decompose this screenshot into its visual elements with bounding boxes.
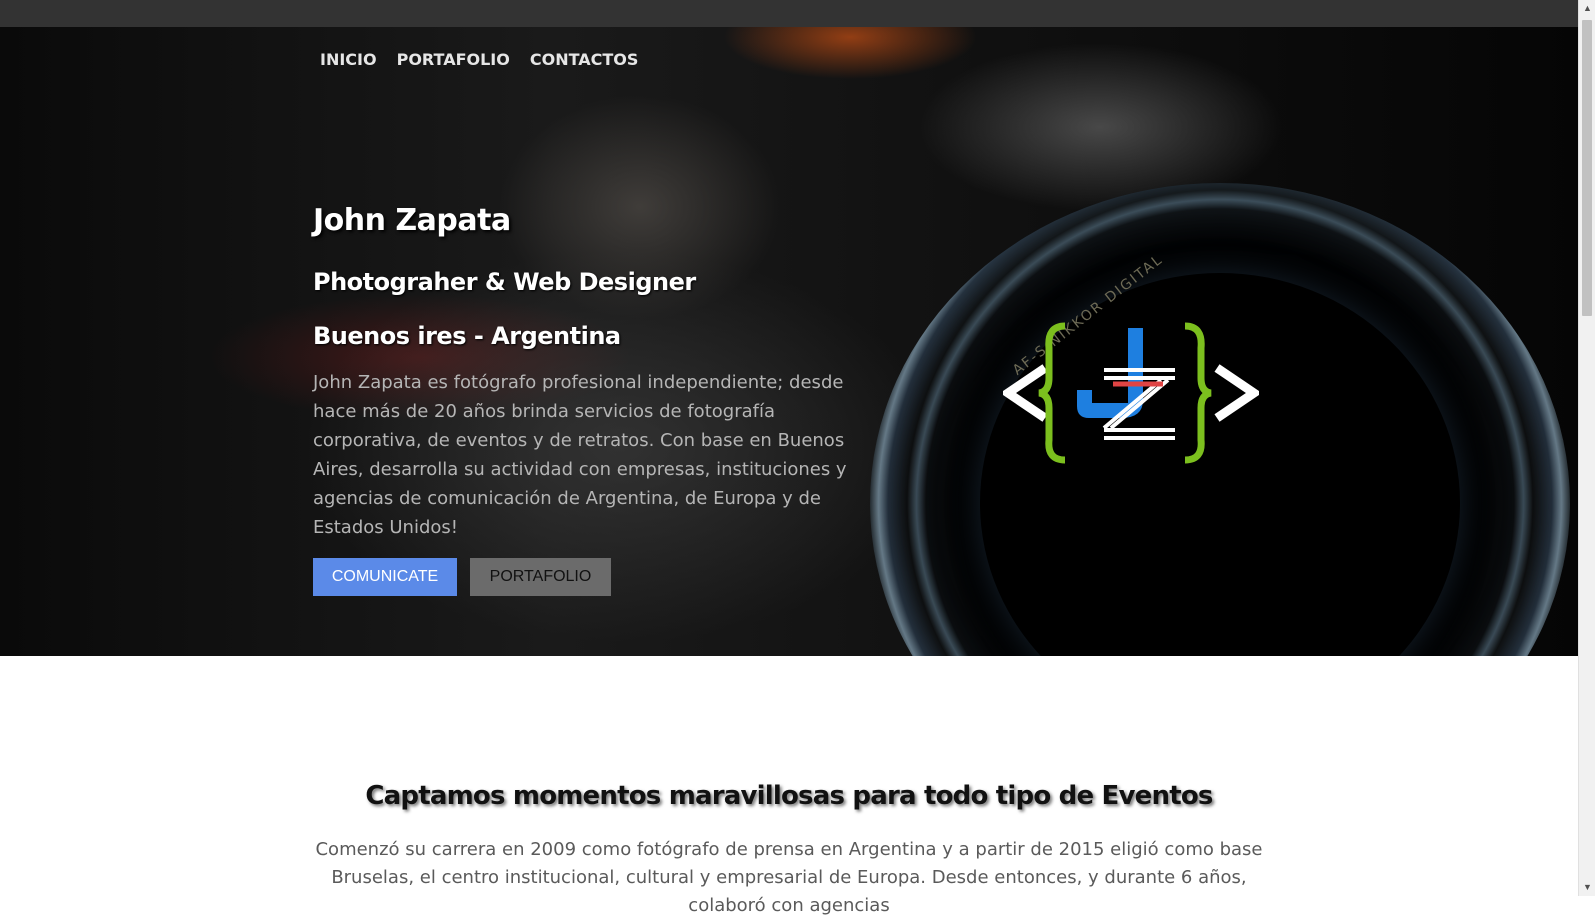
hero-location: Buenos ires - Argentina xyxy=(313,322,621,350)
nav-link-contactos[interactable]: CONTACTOS xyxy=(520,50,649,69)
section-title: Captamos momentos maravillosas para todo… xyxy=(365,781,1213,811)
scroll-down-icon[interactable]: ▼ xyxy=(1579,879,1595,896)
hero-content: John Zapata Photograher & Web Designer B… xyxy=(313,203,873,542)
about-section: Captamos momentos maravillosas para todo… xyxy=(0,656,1578,916)
nav-link-inicio[interactable]: INICIO xyxy=(310,50,387,69)
logo-right-brace xyxy=(1184,322,1212,464)
section-text: Comenzó su carrera en 2009 como fotógraf… xyxy=(315,839,1263,916)
hero-description: John Zapata es fotógrafo profesional ind… xyxy=(313,372,847,538)
portafolio-button[interactable]: PORTAFOLIO xyxy=(470,558,611,596)
hero-buttons: COMUNICATE PORTAFOLIO xyxy=(313,558,611,596)
scroll-thumb[interactable] xyxy=(1582,20,1592,316)
logo-right-chevron xyxy=(1214,364,1259,422)
jz-logo-icon xyxy=(1003,322,1259,464)
browser-top-bar xyxy=(0,0,1578,27)
hero-role: Photograher & Web Designer xyxy=(313,268,696,296)
nav-link-portafolio[interactable]: PORTAFOLIO xyxy=(387,50,520,69)
comunicate-button[interactable]: COMUNICATE xyxy=(313,558,457,596)
scroll-up-icon[interactable]: ▲ xyxy=(1579,0,1595,17)
logo-left-brace xyxy=(1038,322,1066,464)
hero-name: John Zapata xyxy=(313,203,511,238)
page-scrollbar[interactable]: ▲ ▼ xyxy=(1578,0,1595,896)
main-nav: INICIO PORTAFOLIO CONTACTOS xyxy=(310,50,648,69)
